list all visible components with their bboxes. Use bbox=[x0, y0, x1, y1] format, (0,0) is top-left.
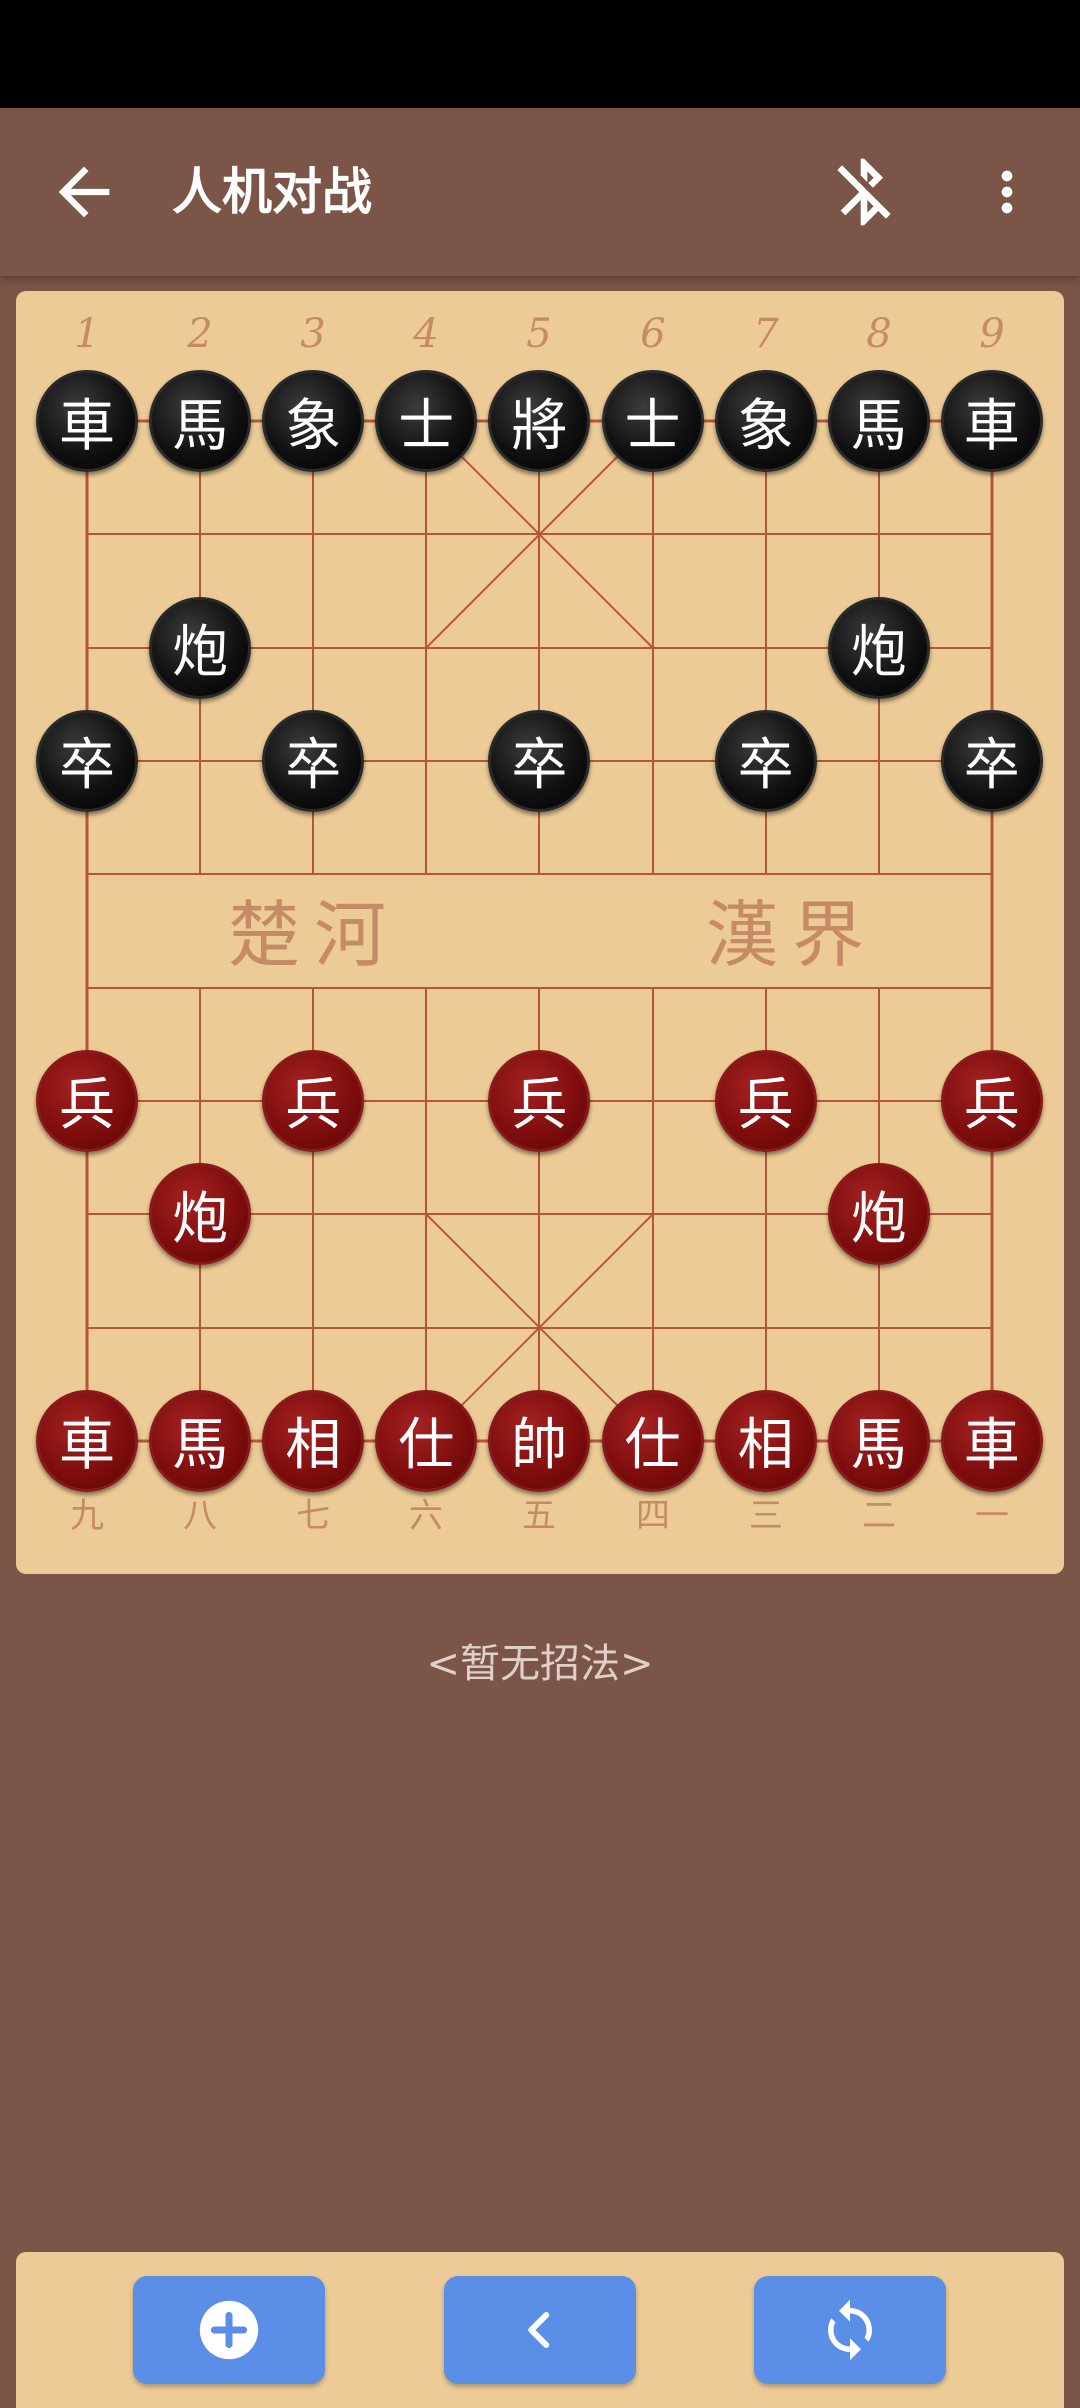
file-label-top: 4 bbox=[413, 311, 439, 357]
file-label-bottom: 三 bbox=[749, 1496, 783, 1536]
file-label-top: 7 bbox=[753, 311, 779, 357]
black-piece[interactable]: 卒 bbox=[262, 709, 365, 812]
overflow-menu-button[interactable] bbox=[975, 154, 1039, 230]
red-piece[interactable]: 兵 bbox=[488, 1049, 591, 1152]
flip-board-button[interactable] bbox=[754, 2276, 946, 2384]
file-label-bottom: 九 bbox=[70, 1496, 104, 1536]
red-piece[interactable]: 炮 bbox=[827, 1163, 930, 1266]
file-label-top: 5 bbox=[526, 311, 552, 357]
chevron-left-icon bbox=[528, 2312, 550, 2348]
file-label-top: 2 bbox=[187, 311, 213, 357]
file-label-bottom: 六 bbox=[409, 1496, 443, 1536]
bluetooth-disabled-icon bbox=[837, 158, 891, 226]
black-piece[interactable]: 卒 bbox=[940, 709, 1043, 812]
back-button[interactable] bbox=[46, 154, 122, 230]
file-label-bottom: 一 bbox=[975, 1496, 1009, 1536]
red-piece[interactable]: 車 bbox=[36, 1389, 138, 1492]
red-piece[interactable]: 兵 bbox=[714, 1049, 817, 1152]
river-label-han-jie: 漢界 bbox=[706, 893, 879, 977]
black-piece[interactable]: 馬 bbox=[149, 370, 252, 472]
file-label-top: 3 bbox=[300, 311, 326, 357]
red-piece[interactable]: 馬 bbox=[827, 1389, 930, 1492]
red-piece[interactable]: 兵 bbox=[940, 1049, 1043, 1152]
file-label-top: 9 bbox=[979, 311, 1005, 357]
black-piece[interactable]: 將 bbox=[488, 370, 591, 472]
sync-icon bbox=[828, 2299, 872, 2361]
file-label-bottom: 四 bbox=[636, 1496, 670, 1536]
more-vert-icon bbox=[1001, 170, 1013, 214]
black-piece[interactable]: 士 bbox=[601, 370, 704, 472]
file-label-bottom: 八 bbox=[183, 1496, 217, 1536]
black-piece[interactable]: 卒 bbox=[714, 709, 817, 812]
bottom-toolbar bbox=[16, 2252, 1064, 2408]
red-piece[interactable]: 相 bbox=[714, 1389, 817, 1492]
add-circle-icon bbox=[199, 2300, 259, 2360]
file-label-bottom: 五 bbox=[522, 1496, 556, 1536]
file-label-top: 1 bbox=[74, 311, 100, 357]
red-piece[interactable]: 炮 bbox=[149, 1163, 252, 1266]
move-history: <暂无招法> bbox=[426, 1641, 654, 1687]
new-game-button[interactable] bbox=[133, 2276, 325, 2384]
xiangqi-board[interactable]: 1 2 3 4 5 6 7 8 9 九 八 七 六 五 四 三 二 一 楚河 漢… bbox=[16, 291, 1064, 1574]
black-piece[interactable]: 卒 bbox=[488, 709, 591, 812]
board-grid bbox=[85, 419, 994, 1443]
file-label-bottom: 二 bbox=[862, 1496, 896, 1536]
black-piece[interactable]: 車 bbox=[940, 370, 1043, 472]
red-piece[interactable]: 兵 bbox=[36, 1049, 138, 1152]
black-piece[interactable]: 象 bbox=[714, 370, 817, 472]
black-piece[interactable]: 卒 bbox=[36, 709, 138, 812]
river-label-chu-he: 楚河 bbox=[228, 893, 401, 977]
file-label-top: 8 bbox=[866, 311, 892, 357]
page-title: 人机对战 bbox=[172, 163, 372, 221]
red-piece[interactable]: 仕 bbox=[375, 1389, 478, 1492]
undo-button[interactable] bbox=[444, 2276, 636, 2384]
black-piece[interactable]: 炮 bbox=[149, 596, 252, 699]
black-piece[interactable]: 士 bbox=[375, 370, 478, 472]
red-piece[interactable]: 仕 bbox=[601, 1389, 704, 1492]
red-piece[interactable]: 兵 bbox=[262, 1049, 365, 1152]
file-label-top: 6 bbox=[640, 311, 666, 357]
status-bar bbox=[0, 0, 1080, 108]
back-arrow-icon bbox=[58, 166, 110, 218]
red-piece[interactable]: 馬 bbox=[149, 1389, 252, 1492]
black-piece[interactable]: 車 bbox=[36, 370, 138, 472]
black-piece[interactable]: 象 bbox=[262, 370, 365, 472]
app-bar: 人机对战 bbox=[0, 108, 1080, 276]
file-label-bottom: 七 bbox=[296, 1496, 330, 1536]
black-piece[interactable]: 炮 bbox=[827, 596, 930, 699]
red-piece[interactable]: 帥 bbox=[488, 1389, 591, 1492]
red-piece[interactable]: 相 bbox=[262, 1389, 365, 1492]
red-piece[interactable]: 車 bbox=[940, 1389, 1043, 1492]
bluetooth-button[interactable] bbox=[824, 150, 904, 234]
black-piece[interactable]: 馬 bbox=[827, 370, 930, 472]
